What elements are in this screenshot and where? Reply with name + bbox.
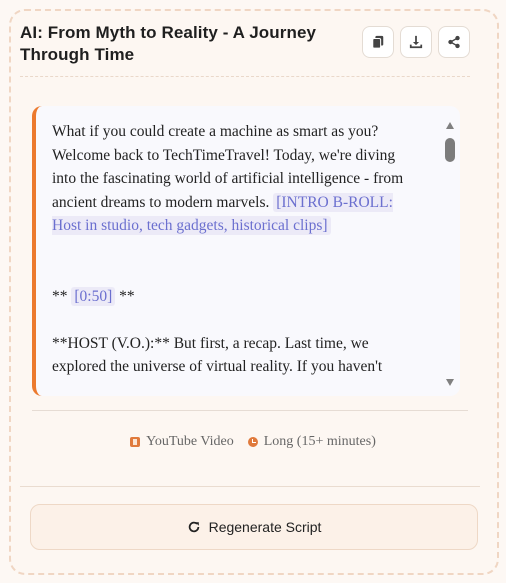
scrollbar[interactable] (440, 106, 460, 396)
regenerate-script-button[interactable]: Regenerate Script (30, 504, 478, 550)
card-header: AI: From Myth to Reality - A Journey Thr… (20, 22, 472, 74)
scroll-down-arrow-icon[interactable] (446, 379, 454, 386)
header-divider (20, 76, 470, 77)
length-badge: Long (15+ minutes) (247, 434, 376, 450)
download-button[interactable] (400, 26, 432, 58)
download-icon (409, 35, 423, 49)
video-icon (130, 437, 141, 447)
script-content[interactable]: What if you could create a machine as sm… (32, 106, 460, 396)
copy-button[interactable] (362, 26, 394, 58)
script-text: What if you could create a machine as sm… (52, 120, 414, 379)
script-meta: YouTube Video Long (15+ minutes) (0, 432, 506, 452)
script-line-text: ** (115, 287, 135, 305)
format-label: YouTube Video (146, 434, 234, 449)
refresh-icon (188, 521, 199, 533)
length-label: Long (15+ minutes) (263, 434, 376, 449)
script-paragraph: **HOST (V.O.):** But first, a recap. Las… (52, 332, 414, 379)
script-paragraph: ** [0:50] ** (52, 285, 414, 309)
script-paragraph: What if you could create a machine as sm… (52, 120, 414, 238)
footer-divider (20, 486, 480, 487)
script-line-text: ** (52, 287, 72, 305)
share-button[interactable] (438, 26, 470, 58)
content-divider (32, 410, 468, 411)
scroll-thumb[interactable] (445, 138, 455, 162)
scroll-up-arrow-icon[interactable] (446, 122, 454, 129)
regenerate-label: Regenerate Script (208, 519, 322, 535)
script-title: AI: From Myth to Reality - A Journey Thr… (20, 23, 317, 64)
format-badge: YouTube Video (130, 434, 234, 450)
clock-icon (247, 437, 258, 447)
script-line-text: **HOST (V.O.):** But first, a recap. Las… (52, 334, 383, 376)
share-icon (448, 35, 460, 49)
timestamp-tag: [0:50] (71, 286, 116, 306)
copy-icon (372, 35, 384, 49)
